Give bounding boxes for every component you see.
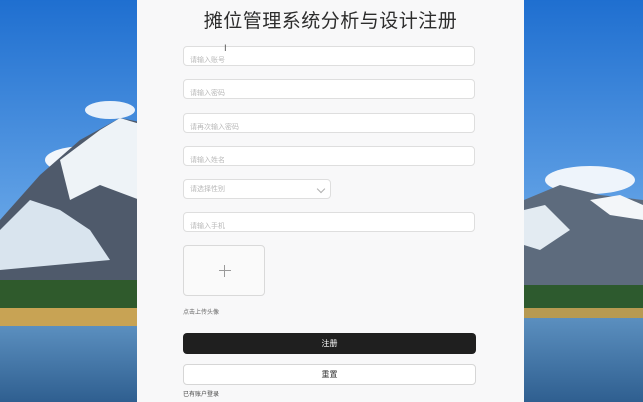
name-input[interactable] (184, 151, 474, 169)
page-title: 摊位管理系统分析与设计注册 (203, 10, 458, 32)
confirm-password-field[interactable] (183, 113, 475, 136)
password-input[interactable] (184, 84, 474, 102)
upload-label: 点击上传头像 (183, 309, 220, 316)
login-link[interactable]: 已有账户登录 (183, 389, 219, 398)
confirm-password-input[interactable] (184, 118, 474, 136)
avatar-upload[interactable] (183, 245, 265, 296)
reset-button[interactable]: 重置 (183, 364, 476, 385)
phone-input[interactable] (184, 217, 474, 235)
chevron-down-icon (316, 184, 326, 194)
password-field[interactable] (183, 79, 475, 102)
name-field[interactable] (183, 146, 475, 169)
phone-field[interactable] (183, 212, 475, 235)
register-button[interactable]: 注册 (183, 333, 476, 354)
register-panel: 摊位管理系统分析与设计注册 请选择性别 点击上传头像 注册 重置 已有账户登录 (137, 0, 524, 402)
plus-icon (219, 270, 231, 271)
account-field[interactable] (183, 46, 475, 69)
gender-select-placeholder: 请选择性别 (190, 185, 225, 193)
gender-select[interactable]: 请选择性别 (183, 179, 331, 199)
account-input[interactable] (184, 51, 474, 69)
text-cursor-icon: I (224, 44, 227, 54)
plus-icon-vertical (224, 265, 225, 277)
